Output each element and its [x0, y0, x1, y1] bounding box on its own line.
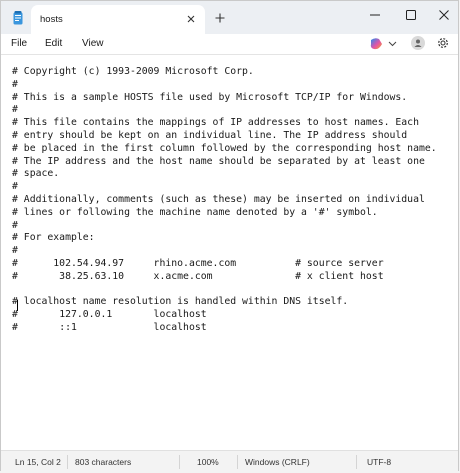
menu-edit[interactable]: Edit — [45, 38, 62, 49]
close-window-button[interactable] — [429, 3, 459, 27]
avatar[interactable] — [411, 36, 425, 50]
menu-view[interactable]: View — [82, 38, 104, 49]
divider — [356, 455, 357, 469]
zoom-level[interactable]: 100% — [197, 457, 219, 467]
minimize-icon — [370, 14, 380, 16]
maximize-button[interactable] — [396, 3, 426, 27]
notepad-icon — [13, 11, 23, 25]
gear-icon[interactable] — [436, 36, 450, 50]
status-bar: Ln 15, Col 2 803 characters 100% Windows… — [1, 450, 458, 473]
copilot-button[interactable] — [369, 36, 401, 52]
menu-file[interactable]: File — [11, 38, 27, 49]
divider — [179, 455, 180, 469]
character-count: 803 characters — [75, 457, 132, 467]
divider — [67, 455, 68, 469]
maximize-icon — [406, 10, 416, 20]
encoding[interactable]: UTF-8 — [367, 457, 391, 467]
tab-hosts[interactable]: hosts — [31, 5, 205, 34]
tab-title: hosts — [40, 14, 63, 25]
divider — [237, 455, 238, 469]
editor-content[interactable]: # Copyright (c) 1993-2009 Microsoft Corp… — [12, 66, 437, 335]
text-caret — [17, 300, 18, 311]
notepad-window: hosts File Edit View # Copyright (c) 199… — [0, 0, 459, 473]
line-ending[interactable]: Windows (CRLF) — [245, 457, 310, 467]
title-bar[interactable]: hosts — [1, 1, 458, 34]
minimize-button[interactable] — [360, 3, 390, 27]
menu-bar: File Edit View — [1, 34, 458, 54]
plus-icon[interactable] — [212, 10, 228, 26]
text-editor[interactable]: # Copyright (c) 1993-2009 Microsoft Corp… — [1, 54, 458, 450]
copilot-icon — [370, 38, 397, 50]
close-icon — [439, 10, 449, 20]
close-icon[interactable] — [183, 11, 199, 27]
cursor-position: Ln 15, Col 2 — [15, 457, 61, 467]
